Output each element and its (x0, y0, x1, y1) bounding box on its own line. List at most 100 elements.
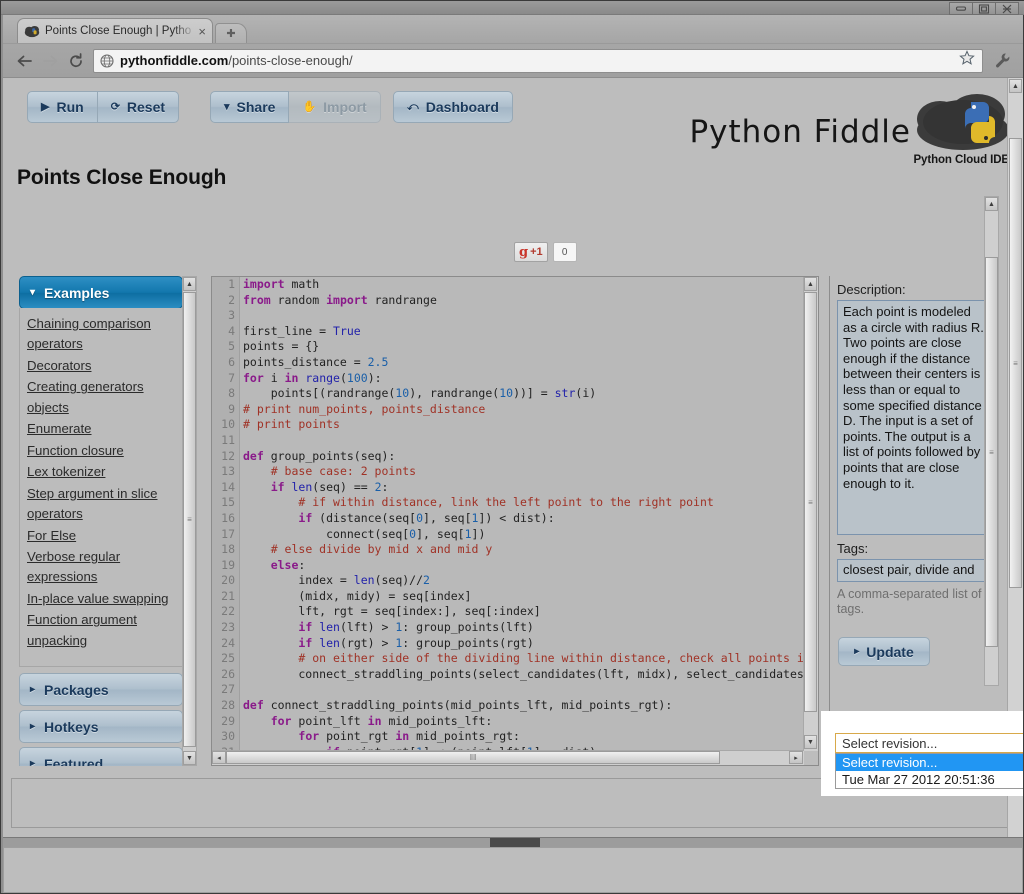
code-line[interactable]: points = {} (243, 339, 803, 355)
list-item[interactable]: Step argument in slice operators (27, 484, 175, 525)
code-line[interactable]: for point_rgt in mid_points_rgt: (243, 729, 803, 745)
code-line[interactable]: if (distance(seq[0], seq[1]) < dist): (243, 511, 803, 527)
reset-button[interactable]: ⟳ Reset (97, 91, 180, 123)
update-button[interactable]: ▸ Update (838, 637, 930, 666)
code-line[interactable]: # if within distance, link the left poin… (243, 495, 803, 511)
code-line[interactable]: if len(lft) > 1: group_points(lft) (243, 620, 803, 636)
revision-select[interactable]: Select revision... (835, 733, 1023, 753)
code-line[interactable]: # print num_points, points_distance (243, 402, 803, 418)
code-editor[interactable]: 1 2 3 4 5 6 7 8 9 10 11 12 13 14 15 16 17 18 19 20 21 22 23 24 2… (211, 276, 819, 766)
share-import-group: ▾ Share ✋ Import (210, 91, 381, 123)
code-line[interactable] (243, 308, 803, 324)
code-line[interactable]: from random import randrange (243, 293, 803, 309)
tab-close-icon[interactable]: × (198, 25, 206, 38)
scroll-up-arrow-icon[interactable]: ▲ (1009, 79, 1022, 93)
scrollbar-thumb[interactable]: ≡ (985, 257, 998, 647)
sidebar-scrollbar[interactable]: ▲ ≡ ▼ (182, 276, 197, 766)
window-splitter[interactable] (3, 837, 1023, 848)
list-item[interactable]: Decorators (27, 356, 175, 376)
line-number: 10 (221, 417, 235, 432)
list-item[interactable]: Function argument unpacking (27, 610, 175, 651)
revision-dropdown-overlay: Select revision... Select revision... Tu… (821, 711, 1023, 796)
wrench-menu-icon[interactable] (989, 48, 1015, 74)
minimize-icon[interactable] (949, 2, 973, 15)
code-line[interactable]: for point_lft in mid_points_lft: (243, 714, 803, 730)
code-line[interactable]: index = len(seq)//2 (243, 573, 803, 589)
code-line[interactable]: if len(rgt) > 1: group_points(rgt) (243, 636, 803, 652)
code-line[interactable]: points[(randrange(10), randrange(10))] =… (243, 386, 803, 402)
list-item[interactable]: Creating generators objects (27, 377, 175, 418)
code-editor-surface[interactable]: 1 2 3 4 5 6 7 8 9 10 11 12 13 14 15 16 17 18 19 20 21 22 23 24 2… (212, 277, 804, 751)
editor-horizontal-scrollbar[interactable]: ◂ ‖‖ ▸ (212, 750, 804, 765)
code-line[interactable]: else: (243, 558, 803, 574)
code-line[interactable]: # else divide by mid x and mid y (243, 542, 803, 558)
code-line[interactable] (243, 433, 803, 449)
code-line[interactable]: def connect_straddling_points(mid_points… (243, 698, 803, 714)
list-item[interactable]: For Else (27, 526, 175, 546)
code-line[interactable]: # print points (243, 417, 803, 433)
list-item[interactable]: Chaining comparison operators (27, 314, 175, 355)
code-line[interactable]: points_distance = 2.5 (243, 355, 803, 371)
tags-input[interactable]: closest pair, divide and (837, 559, 994, 582)
revision-option-list[interactable]: Select revision... Tue Mar 27 2012 20:51… (835, 753, 1023, 789)
right-panel-scrollbar[interactable]: ▲ ≡ (984, 196, 999, 686)
scrollbar-thumb[interactable]: ≡ (183, 292, 196, 747)
list-item[interactable]: Verbose regular expressions (27, 547, 175, 588)
revision-option[interactable]: Tue Mar 27 2012 20:51:36 (836, 771, 1023, 788)
description-textarea[interactable]: Each point is modeled as a circle with r… (837, 300, 994, 535)
address-bar[interactable]: pythonfiddle.com/points-close-enough/ (93, 48, 983, 73)
sidebar-item-examples[interactable]: ▾ Examples (19, 276, 183, 309)
code-line[interactable]: if len(seq) == 2: (243, 480, 803, 496)
code-line[interactable]: connect_straddling_points(select_candida… (243, 667, 803, 683)
sidebar-item-featured[interactable]: ▸ Featured (19, 747, 183, 766)
code-line[interactable]: import math (243, 277, 803, 293)
bookmark-star-icon[interactable] (959, 50, 978, 71)
browser-tab-active[interactable]: Points Close Enough | Pytho × (17, 18, 213, 43)
scroll-down-arrow-icon[interactable]: ▼ (183, 751, 196, 765)
revision-option[interactable]: Select revision... (836, 754, 1023, 771)
list-item[interactable]: Enumerate (27, 419, 175, 439)
code-line[interactable]: # on either side of the dividing line wi… (243, 651, 803, 667)
scrollbar-thumb[interactable]: ≡ (804, 292, 817, 712)
close-icon[interactable] (995, 2, 1019, 15)
new-tab-button[interactable]: ✚ (215, 23, 247, 43)
list-item[interactable]: In-place value swapping (27, 589, 175, 609)
code-line[interactable]: (midx, midy) = seq[index] (243, 589, 803, 605)
code-line[interactable]: connect(seq[0], seq[1]) (243, 527, 803, 543)
scrollbar-thumb[interactable]: ≡ (1009, 138, 1022, 588)
import-button: ✋ Import (289, 91, 381, 123)
back-button[interactable] (11, 48, 37, 74)
scroll-up-arrow-icon[interactable]: ▲ (985, 197, 998, 211)
reload-button[interactable] (63, 48, 89, 74)
code-token: ], seq[ (416, 526, 465, 541)
scroll-up-arrow-icon[interactable]: ▲ (804, 277, 817, 291)
scroll-down-arrow-icon[interactable]: ▼ (804, 735, 817, 749)
maximize-icon[interactable] (972, 2, 996, 15)
list-item[interactable]: Function closure (27, 441, 175, 461)
scroll-right-arrow-icon[interactable]: ▸ (789, 751, 803, 764)
line-number: 13 (221, 464, 235, 479)
scroll-up-arrow-icon[interactable]: ▲ (183, 277, 196, 291)
share-button[interactable]: ▾ Share (210, 91, 290, 123)
code-line[interactable]: for i in range(100): (243, 371, 803, 387)
code-line[interactable] (243, 682, 803, 698)
sidebar-item-packages[interactable]: ▸ Packages (19, 673, 183, 707)
editor-vertical-scrollbar[interactable]: ▲ ≡ ▼ (803, 277, 818, 751)
sidebar-hotkeys-label: Hotkeys (44, 718, 99, 735)
list-item[interactable]: Lex tokenizer (27, 462, 175, 482)
code-token: # else divide by mid x and mid y (270, 542, 493, 557)
code-line[interactable]: lft, rgt = seq[index:], seq[:index] (243, 604, 803, 620)
dashboard-button[interactable]: ⤺ Dashboard (393, 91, 513, 123)
scroll-left-arrow-icon[interactable]: ◂ (212, 751, 226, 764)
scrollbar-thumb[interactable]: ‖‖ (226, 751, 720, 764)
run-button[interactable]: ▶ Run (27, 91, 98, 123)
run-reset-group: ▶ Run ⟳ Reset (27, 91, 180, 123)
code-line[interactable]: # base case: 2 points (243, 464, 803, 480)
code-line[interactable]: first_line = True (243, 324, 803, 340)
code-line[interactable]: def group_points(seq): (243, 449, 803, 465)
url-path: /points-close-enough/ (228, 53, 353, 68)
code-lines[interactable]: import math from random import randrange f… (243, 277, 803, 751)
sidebar-item-hotkeys[interactable]: ▸ Hotkeys (19, 710, 183, 744)
